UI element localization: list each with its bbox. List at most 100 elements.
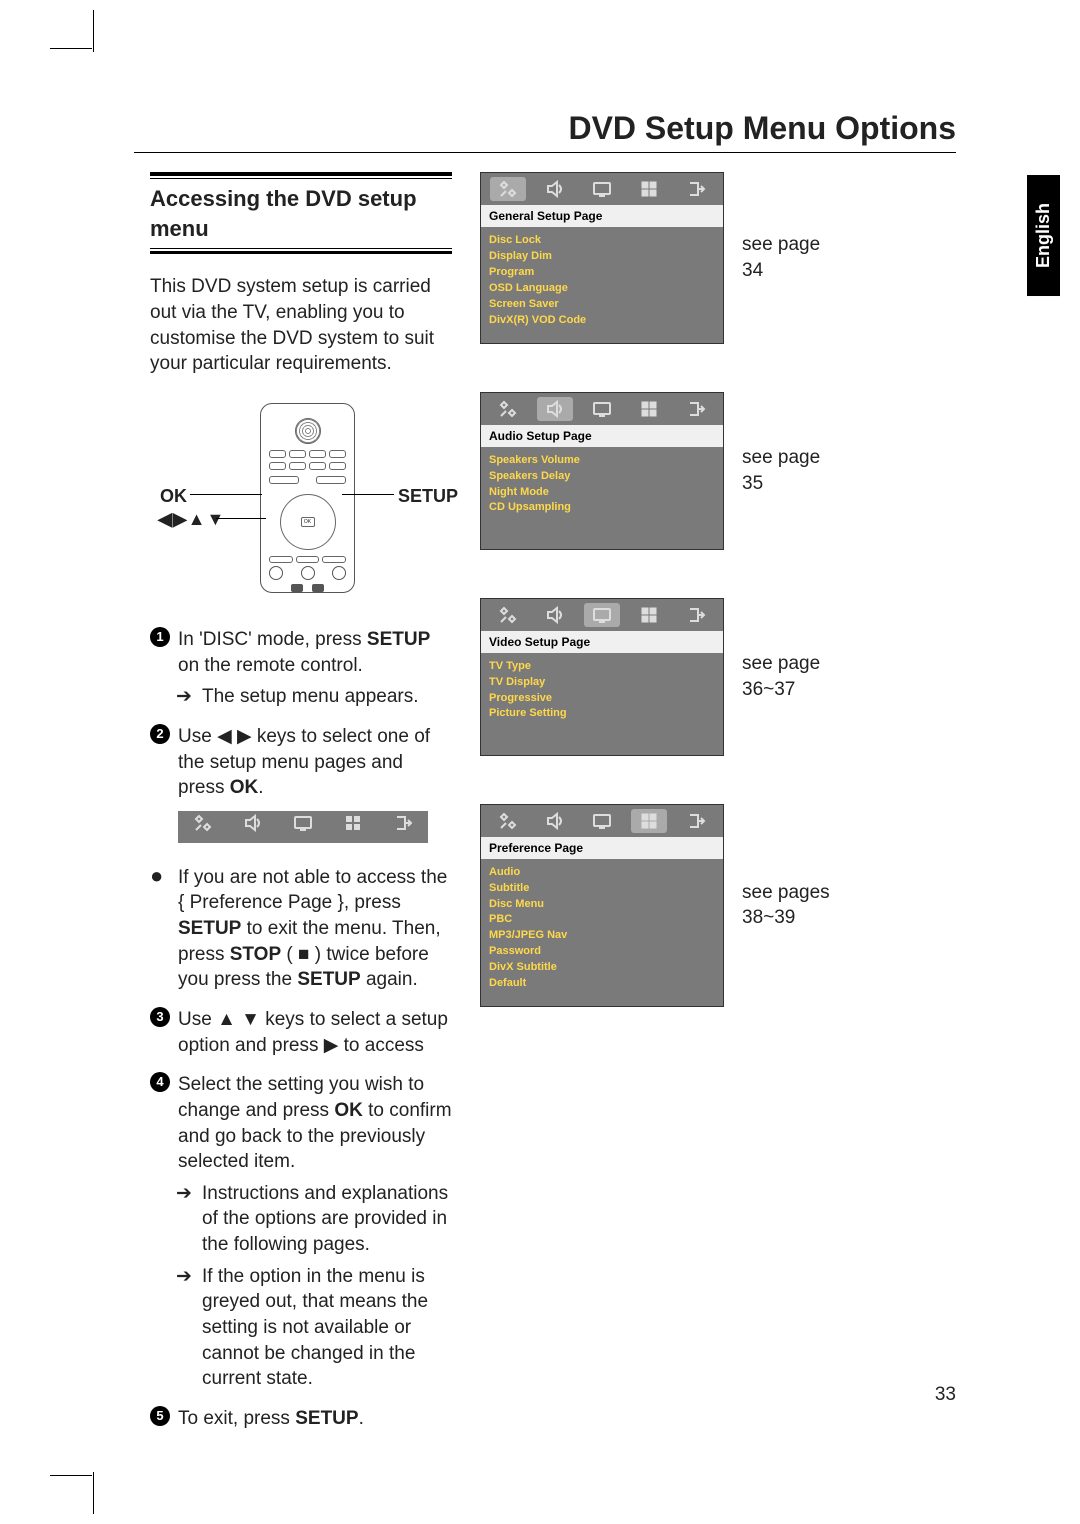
left-column: Accessing the DVD setup menu This DVD sy… <box>150 172 452 1432</box>
steps-list: 1 In 'DISC' mode, press SETUP on the rem… <box>150 627 452 1432</box>
remote-outline: OK <box>260 403 355 593</box>
page-reference: see pages 38~39 <box>742 880 842 931</box>
grid-icon <box>343 813 363 841</box>
remote-label-ok: OK <box>160 484 187 508</box>
panel-list: Speakers VolumeSpeakers DelayNight ModeC… <box>481 447 723 541</box>
grid-icon <box>631 177 667 201</box>
page-reference: see page 35 <box>742 445 842 496</box>
page-reference: see page 34 <box>742 232 842 283</box>
section-heading: Accessing the DVD setup menu <box>150 179 452 248</box>
grid-icon <box>631 603 667 627</box>
panel-iconbar <box>481 599 723 631</box>
tools-icon <box>490 397 526 421</box>
exit-icon <box>678 397 714 421</box>
panel-item: Disc Menu <box>489 897 715 913</box>
speaker-icon <box>537 397 573 421</box>
panel-item: TV Display <box>489 675 715 691</box>
panel-list: Disc LockDisplay DimProgramOSD LanguageS… <box>481 227 723 335</box>
panel-title: Preference Page <box>481 837 723 859</box>
panel-item: Speakers Delay <box>489 469 715 485</box>
rule-thick <box>150 172 452 176</box>
exit-icon <box>393 813 413 841</box>
leader-line <box>190 494 262 495</box>
grid-icon <box>631 397 667 421</box>
grid-icon <box>631 809 667 833</box>
exit-icon <box>678 809 714 833</box>
panel-title: General Setup Page <box>481 205 723 227</box>
step-2: 2 Use ◀ ▶ keys to select one of the setu… <box>150 724 452 801</box>
tv-icon <box>584 177 620 201</box>
setup-panel-row: Video Setup PageTV TypeTV DisplayProgres… <box>480 598 940 756</box>
arrow-icon: ➔ <box>174 684 194 710</box>
panel-item: PBC <box>489 912 715 928</box>
speaker-icon <box>537 809 573 833</box>
panel-item: TV Type <box>489 659 715 675</box>
tools-icon <box>490 603 526 627</box>
panel-item: Subtitle <box>489 881 715 897</box>
step-5: 5 To exit, press SETUP. <box>150 1406 452 1432</box>
panel-title: Audio Setup Page <box>481 425 723 447</box>
exit-icon <box>678 177 714 201</box>
step-4-sub1: ➔ Instructions and explanations of the o… <box>174 1181 452 1258</box>
panel-item: Audio <box>489 865 715 881</box>
panel-item: Default <box>489 976 715 992</box>
leader-line <box>342 494 394 495</box>
panel-iconbar <box>481 805 723 837</box>
right-column: General Setup PageDisc LockDisplay DimPr… <box>480 172 940 1055</box>
setup-panel-row: General Setup PageDisc LockDisplay DimPr… <box>480 172 940 344</box>
rule-thick-2 <box>150 251 452 254</box>
tv-icon <box>584 809 620 833</box>
step-3: 3 Use ▲ ▼ keys to select a setup option … <box>150 1007 452 1058</box>
setup-panel: General Setup PageDisc LockDisplay DimPr… <box>480 172 724 344</box>
speaker-icon <box>537 603 573 627</box>
panel-list: AudioSubtitleDisc MenuPBCMP3/JPEG NavPas… <box>481 859 723 999</box>
panel-iconbar <box>481 393 723 425</box>
setup-panel: Video Setup PageTV TypeTV DisplayProgres… <box>480 598 724 756</box>
title-rule <box>134 152 956 153</box>
step-1: 1 In 'DISC' mode, press SETUP on the rem… <box>150 627 452 678</box>
step-1-sub: ➔ The setup menu appears. <box>174 684 452 710</box>
page-title: DVD Setup Menu Options <box>568 110 956 147</box>
panel-item: Night Mode <box>489 485 715 501</box>
arrow-icon: ➔ <box>174 1264 194 1392</box>
remote-diagram: OK OK SETUP ◀▶▲▼ <box>150 395 452 609</box>
leader-line <box>216 518 266 519</box>
tools-icon <box>490 809 526 833</box>
tools-icon <box>193 813 213 841</box>
tools-icon <box>490 177 526 201</box>
dpad-icon: OK <box>280 494 336 550</box>
speaker-icon <box>243 813 263 841</box>
tv-icon <box>293 813 313 841</box>
panel-item: Program <box>489 265 715 281</box>
panel-iconbar <box>481 173 723 205</box>
panel-list: TV TypeTV DisplayProgressivePicture Sett… <box>481 653 723 747</box>
panel-item: Display Dim <box>489 249 715 265</box>
panel-item: Screen Saver <box>489 297 715 313</box>
note: ● If you are not able to access the { Pr… <box>150 865 452 993</box>
panel-item: Progressive <box>489 691 715 707</box>
rule-thin-2 <box>150 248 452 249</box>
panel-item: Disc Lock <box>489 233 715 249</box>
page-number: 33 <box>935 1384 956 1406</box>
step-4-sub2: ➔ If the option in the menu is greyed ou… <box>174 1264 452 1392</box>
setup-panel: Preference PageAudioSubtitleDisc MenuPBC… <box>480 804 724 1008</box>
panel-item: Picture Setting <box>489 706 715 722</box>
panel-title: Video Setup Page <box>481 631 723 653</box>
panel-item: Speakers Volume <box>489 453 715 469</box>
intro-text: This DVD system setup is carried out via… <box>150 274 452 377</box>
remote-label-setup: SETUP <box>398 484 458 508</box>
setup-panel: Audio Setup PageSpeakers VolumeSpeakers … <box>480 392 724 550</box>
panel-item: CD Upsampling <box>489 500 715 516</box>
page-reference: see page 36~37 <box>742 651 842 702</box>
tv-icon <box>584 397 620 421</box>
panel-item: Password <box>489 944 715 960</box>
bullet-icon: ● <box>150 865 170 993</box>
exit-icon <box>678 603 714 627</box>
panel-item: OSD Language <box>489 281 715 297</box>
icon-strip <box>178 811 428 843</box>
remote-label-arrows: ◀▶▲▼ <box>158 507 225 531</box>
step-4: 4 Select the setting you wish to change … <box>150 1072 452 1175</box>
remote-speaker-icon <box>295 418 321 444</box>
speaker-icon <box>537 177 573 201</box>
language-tab: English <box>1027 175 1060 296</box>
